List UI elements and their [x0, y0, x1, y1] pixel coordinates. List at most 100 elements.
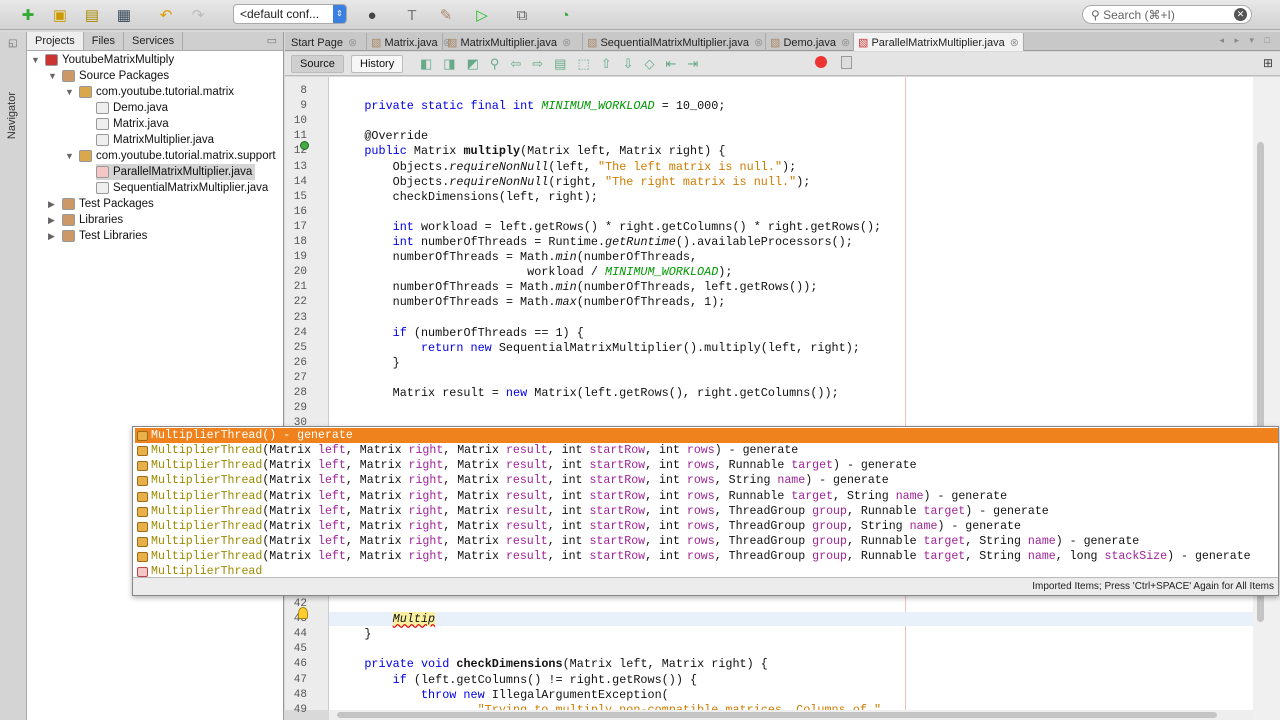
line-number: 25 — [293, 341, 307, 354]
punct: , — [547, 504, 562, 518]
scroll-thumb[interactable] — [337, 712, 1217, 718]
profile-icon[interactable]: ◔ — [555, 5, 575, 25]
search-input[interactable]: ⚲ Search (⌘+I) ✕ — [1082, 5, 1252, 24]
override-annotation-icon[interactable] — [300, 141, 309, 150]
minimize-panel-icon[interactable]: ▭ — [261, 32, 283, 50]
stop-macro-icon[interactable] — [841, 56, 852, 69]
build-hammer-icon[interactable]: T — [402, 5, 422, 25]
expanded-triangle-icon[interactable]: ▼ — [65, 87, 74, 97]
expanded-triangle-icon[interactable]: ▼ — [65, 151, 74, 161]
line-number: 18 — [293, 236, 307, 248]
completion-item[interactable]: MultiplierThread(Matrix left, Matrix rig… — [135, 519, 1278, 534]
completion-name: MultiplierThread — [151, 550, 263, 564]
vertical-scrollbar[interactable] — [1253, 77, 1280, 720]
restore-icon[interactable]: ◱ — [8, 38, 17, 49]
tree-item[interactable]: MatrixMultiplier.java — [96, 132, 214, 148]
punct — [680, 535, 687, 548]
tree-item[interactable]: Test Libraries — [62, 228, 147, 244]
completion-item[interactable]: MultiplierThread(Matrix left, Matrix rig… — [135, 504, 1278, 519]
editor-tab[interactable]: ▧ Matrix.java ⊗ — [367, 33, 452, 51]
param-name: group — [812, 535, 847, 549]
panel-tab-services[interactable]: Services — [124, 32, 184, 50]
tree-item[interactable]: Demo.java — [96, 100, 168, 116]
editor-tab[interactable]: ▧ MatrixMultiplier.java ⊗ — [443, 33, 583, 51]
completion-name: MultiplierThread — [151, 535, 263, 549]
completion-item[interactable]: MultiplierThread(Matrix left, Matrix rig… — [135, 489, 1278, 504]
completion-item[interactable]: MultiplierThread(Matrix left, Matrix rig… — [135, 549, 1278, 564]
save-all-icon[interactable]: ▦ — [114, 5, 134, 25]
open-project-icon[interactable]: ▤ — [82, 5, 102, 25]
horizontal-scrollbar[interactable] — [329, 710, 1253, 720]
close-tab-icon[interactable]: ⊗ — [754, 37, 763, 49]
tree-item[interactable]: ParallelMatrixMultiplier.java — [96, 164, 256, 180]
close-tab-icon[interactable]: ⊗ — [348, 37, 357, 49]
editor-tab[interactable]: ▧ SequentialMatrixMultiplier.java ⊗ — [583, 33, 766, 51]
package-icon — [79, 150, 92, 162]
completion-item[interactable]: MultiplierThread() - generate — [135, 428, 1278, 443]
punct: , — [714, 519, 729, 533]
tree-item[interactable]: Matrix.java — [96, 116, 169, 132]
redo-icon[interactable]: ↷ — [188, 5, 208, 25]
completion-item[interactable]: MultiplierThread(Matrix left, Matrix rig… — [135, 534, 1278, 549]
close-tab-icon[interactable]: ⊗ — [1010, 37, 1019, 49]
expanded-triangle-icon[interactable]: ▼ — [31, 55, 40, 65]
tree-item[interactable]: SequentialMatrixMultiplier.java — [96, 180, 268, 196]
panel-tab-files[interactable]: Files — [84, 32, 124, 50]
error-hint-bulb-icon[interactable] — [298, 607, 308, 619]
completion-suffix: - generate — [944, 519, 1021, 533]
punct: , — [345, 535, 360, 549]
tree-item[interactable]: Libraries — [62, 212, 123, 228]
record-macro-icon[interactable] — [815, 56, 827, 68]
editor-tab[interactable]: ▧ Demo.java ⊗ — [766, 33, 854, 51]
navigator-tab[interactable]: Navigator — [6, 92, 18, 139]
code-token: MINIMUM_WORKLOAD — [605, 265, 719, 280]
editor-tab[interactable]: ▧ ParallelMatrixMultiplier.java ⊗ — [854, 33, 1024, 51]
debug-icon[interactable]: ⧉ — [512, 5, 532, 25]
collapsed-triangle-icon[interactable]: ▶ — [48, 231, 55, 242]
param-name: left — [318, 459, 346, 473]
collapsed-triangle-icon[interactable]: ▶ — [48, 199, 55, 210]
completion-item[interactable]: MultiplierThread(Matrix left, Matrix rig… — [135, 458, 1278, 473]
param-type: Matrix — [269, 459, 312, 473]
split-icon[interactable]: ⊞ — [1263, 56, 1273, 70]
editor-action-icons[interactable]: ◧◨◩⚲⇦⇨▤⬚⇧⇩◇⇤⇥ — [420, 56, 709, 72]
tree-item[interactable]: Source Packages — [62, 68, 169, 84]
tab-navigation-icons[interactable]: ◂ ▸ ▾ □ — [1220, 35, 1275, 46]
tree-item[interactable]: YoutubeMatrixMultiply — [45, 52, 174, 68]
param-type: int — [561, 535, 583, 549]
param-name: result — [505, 519, 548, 533]
tree-item[interactable]: Test Packages — [62, 196, 154, 212]
editor-tab-label: Start Page — [291, 37, 343, 49]
param-type: Matrix — [457, 489, 499, 503]
param-type: Matrix — [269, 489, 312, 503]
configuration-select[interactable]: <default conf... ⇕ — [233, 4, 347, 24]
new-file-icon[interactable]: ✚ — [18, 5, 38, 25]
globe-icon[interactable]: ● — [362, 5, 382, 25]
undo-icon[interactable]: ↶ — [156, 5, 176, 25]
history-button[interactable]: History — [351, 55, 404, 73]
run-icon[interactable]: ▷ — [472, 5, 492, 25]
close-tab-icon[interactable]: ⊗ — [562, 37, 571, 49]
code-line: public Matrix multiply(Matrix left, Matr… — [336, 144, 725, 158]
panel-tab-projects[interactable]: Projects — [27, 32, 84, 50]
source-button[interactable]: Source — [291, 55, 344, 73]
folder-icon — [62, 70, 75, 82]
close-tab-icon[interactable]: ⊗ — [841, 37, 850, 49]
completion-item[interactable]: MultiplierThread(Matrix left, Matrix rig… — [135, 473, 1278, 488]
clean-build-icon[interactable]: ✎ — [436, 5, 456, 25]
new-project-icon[interactable]: ▣ — [50, 5, 70, 25]
clear-search-icon[interactable]: ✕ — [1234, 8, 1247, 21]
punct — [917, 505, 924, 518]
param-type: Runnable — [728, 489, 785, 503]
tree-item[interactable]: com.youtube.tutorial.matrix — [79, 84, 234, 100]
collapsed-triangle-icon[interactable]: ▶ — [48, 215, 55, 226]
editor-tab[interactable]: Start Page ⊗ — [287, 33, 367, 51]
completion-item[interactable]: MultiplierThread(Matrix left, Matrix rig… — [135, 443, 1278, 458]
folder-icon — [62, 198, 75, 210]
expanded-triangle-icon[interactable]: ▼ — [48, 71, 57, 81]
param-name: rows — [686, 550, 715, 564]
tree-item[interactable]: com.youtube.tutorial.matrix.support — [79, 148, 276, 164]
completion-name: MultiplierThread — [151, 504, 263, 518]
code-token: (left.getColumns() != right.getRows()) { — [406, 672, 698, 687]
